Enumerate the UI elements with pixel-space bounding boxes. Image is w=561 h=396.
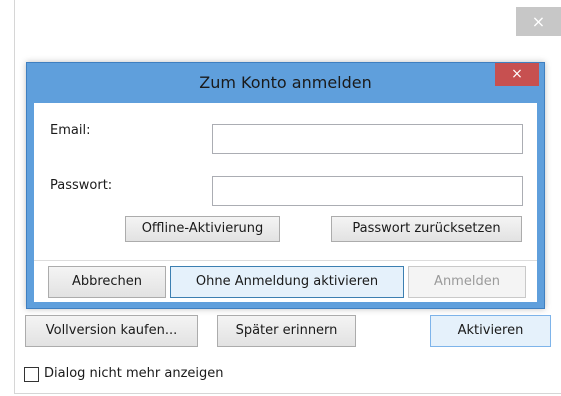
offline-activation-button[interactable]: Offline-Aktivierung <box>125 216 280 242</box>
email-label: Email: <box>50 123 91 138</box>
screen: × Vollversion kaufen... Später erinnern … <box>0 0 561 396</box>
password-label: Passwort: <box>50 178 113 193</box>
activate-button[interactable]: Aktivieren <box>430 315 551 347</box>
close-icon: × <box>531 12 546 31</box>
close-icon: × <box>511 66 523 82</box>
activate-without-login-button[interactable]: Ohne Anmeldung aktivieren <box>170 266 404 298</box>
outer-close-button[interactable]: × <box>516 7 561 36</box>
password-field[interactable] <box>212 176 523 206</box>
reset-password-button[interactable]: Passwort zurücksetzen <box>331 216 522 242</box>
separator <box>34 260 537 261</box>
login-dialog-title: Zum Konto anmelden <box>199 73 372 92</box>
email-field[interactable] <box>212 124 523 154</box>
dont-show-again-checkbox[interactable] <box>24 367 39 382</box>
login-dialog: Zum Konto anmelden × Email: Passwort: Of… <box>26 62 545 309</box>
buy-full-version-button[interactable]: Vollversion kaufen... <box>25 315 198 347</box>
remind-later-button[interactable]: Später erinnern <box>217 315 356 347</box>
cancel-button[interactable]: Abbrechen <box>48 266 166 298</box>
login-button[interactable]: Anmelden <box>408 266 526 298</box>
login-dialog-body: Email: Passwort: Offline-Aktivierung Pas… <box>34 103 537 302</box>
login-close-button[interactable]: × <box>495 63 539 86</box>
dont-show-again-label: Dialog nicht mehr anzeigen <box>44 366 224 381</box>
